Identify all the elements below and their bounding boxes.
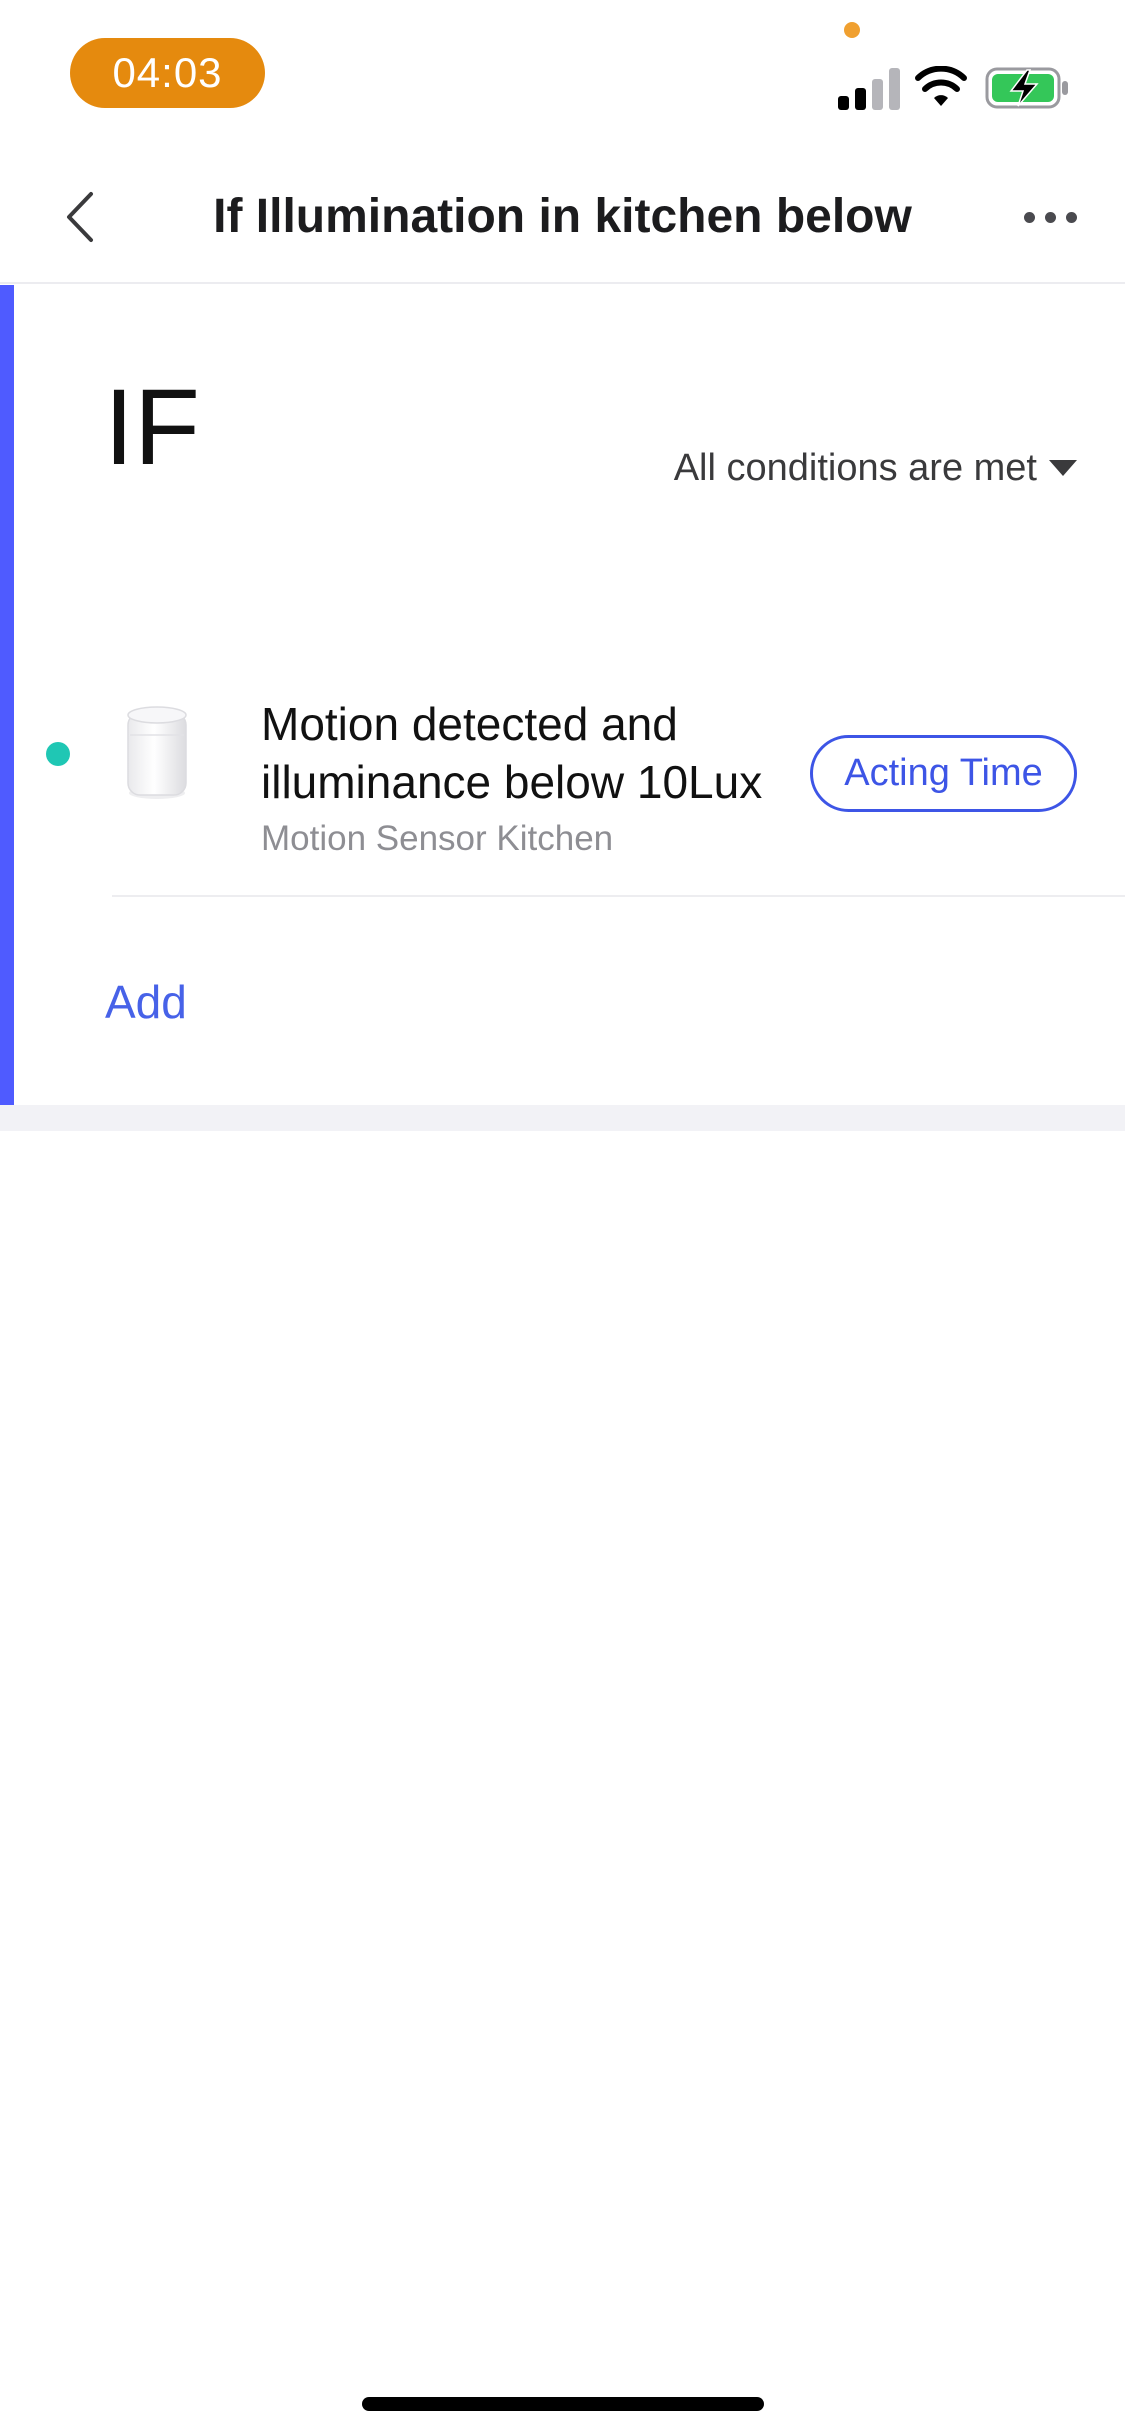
condition-device-name: Motion Sensor Kitchen xyxy=(261,819,614,858)
status-time: 04:03 xyxy=(70,38,265,108)
more-horizontal-icon xyxy=(1023,211,1035,223)
if-heading: IF xyxy=(104,366,200,487)
more-options-button[interactable] xyxy=(1010,180,1090,254)
motion-sensor-icon xyxy=(127,706,187,799)
privacy-indicator-dot xyxy=(844,22,860,38)
condition-title: Motion detected and illuminance below 10… xyxy=(261,698,763,808)
page-title: If Illumination in kitchen below xyxy=(213,190,912,243)
cellular-signal-icon xyxy=(838,68,900,110)
condition-status-dot xyxy=(46,742,70,766)
condition-mode-label: All conditions are met xyxy=(673,446,1037,489)
row-divider xyxy=(112,895,1125,897)
screen: 04:03 If Illumination in kitchen below I… xyxy=(0,0,1125,2436)
acting-time-button[interactable]: Acting Time xyxy=(810,735,1077,812)
chevron-left-icon xyxy=(67,192,93,242)
navigation-bar: If Illumination in kitchen below xyxy=(0,150,1125,284)
home-indicator[interactable] xyxy=(362,2397,764,2411)
caret-down-icon xyxy=(1049,460,1077,476)
if-conditions-card: IF All conditions are met Motion detecte… xyxy=(0,285,1125,1105)
wifi-icon xyxy=(915,66,967,106)
back-button[interactable] xyxy=(50,180,110,254)
battery-charging-icon xyxy=(985,67,1068,109)
status-bar: 04:03 xyxy=(0,0,1125,150)
condition-mode-dropdown[interactable]: All conditions are met xyxy=(674,443,1077,493)
section-separator xyxy=(0,1105,1125,1131)
add-condition-button[interactable]: Add xyxy=(105,975,187,1029)
condition-item[interactable]: Motion detected and illuminance below 10… xyxy=(0,655,1125,885)
